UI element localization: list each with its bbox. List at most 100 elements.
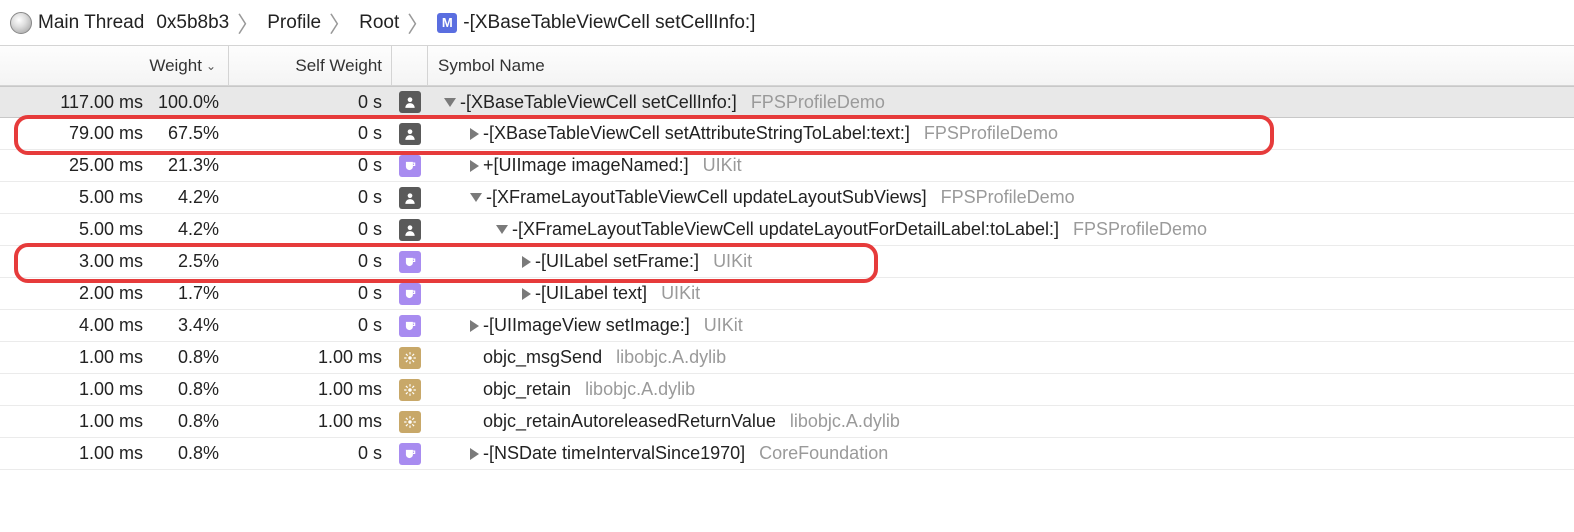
weight-ms: 79.00 ms (41, 123, 149, 144)
disclosure-right-icon[interactable] (470, 160, 479, 172)
framework-icon (399, 251, 421, 273)
kind-cell (392, 278, 428, 309)
column-header-symbol[interactable]: Symbol Name (428, 46, 1574, 85)
self-weight-cell: 0 s (229, 214, 392, 245)
disclosure-right-icon[interactable] (470, 128, 479, 140)
self-weight-cell: 0 s (229, 150, 392, 181)
weight-cell: 3.00 ms2.5% (0, 246, 229, 277)
table-row[interactable]: 5.00 ms4.2%0 s -[XFrameLayoutTableViewCel… (0, 182, 1574, 214)
table-row[interactable]: 4.00 ms3.4%0 s -[UIImageView setImage:] UI… (0, 310, 1574, 342)
system-icon (399, 347, 421, 369)
weight-pct: 2.5% (149, 251, 229, 272)
table-row[interactable]: 117.00 ms100.0%0 s-[XBaseTableViewCell s… (0, 86, 1574, 118)
table-row[interactable]: 5.00 ms4.2%0 s-[XFrameLayoutTableViewCel… (0, 214, 1574, 246)
weight-ms: 2.00 ms (41, 283, 149, 304)
weight-cell: 1.00 ms0.8% (0, 374, 229, 405)
table-row[interactable]: 1.00 ms0.8%0 s-[NSDate timeIntervalSince… (0, 438, 1574, 470)
kind-cell (392, 150, 428, 181)
self-weight-cell: 0 s (229, 310, 392, 341)
breadcrumb-profile[interactable]: Profile (267, 12, 321, 34)
weight-pct: 100.0% (149, 92, 229, 113)
weight-cell: 1.00 ms0.8% (0, 406, 229, 437)
table-row[interactable]: 79.00 ms67.5%0 s-[XBaseTableViewCell set… (0, 118, 1574, 150)
weight-pct: 1.7% (149, 283, 229, 304)
weight-ms: 1.00 ms (41, 379, 149, 400)
weight-pct: 67.5% (149, 123, 229, 144)
symbol-cell: +[UIImage imageNamed:]UIKit (428, 150, 1574, 181)
breadcrumb-thread-addr: 0x5b8b3 (156, 12, 229, 34)
disclosure-down-icon[interactable] (496, 225, 508, 234)
symbol-cell: -[XBaseTableViewCell setCellInfo:] FPSPro… (428, 87, 1574, 117)
weight-ms: 1.00 ms (41, 411, 149, 432)
breadcrumb: Main Thread 0x5b8b3 〉 Profile 〉 Root 〉 M… (0, 0, 1574, 46)
weight-cell: 79.00 ms67.5% (0, 118, 229, 149)
symbol-name: -[UILabel setFrame:] (535, 251, 699, 272)
library-name: UIKit (703, 155, 742, 176)
column-header-self-weight[interactable]: Self Weight (229, 46, 392, 85)
disclosure-right-icon[interactable] (522, 288, 531, 300)
self-weight-cell: 0 s (229, 438, 392, 469)
disclosure-down-icon[interactable] (470, 193, 482, 202)
framework-icon (399, 443, 421, 465)
framework-icon (399, 283, 421, 305)
kind-cell (392, 342, 428, 373)
thread-icon (10, 12, 32, 34)
kind-cell (392, 374, 428, 405)
weight-cell: 25.00 ms21.3% (0, 150, 229, 181)
kind-cell (392, 182, 428, 213)
disclosure-right-icon[interactable] (470, 320, 479, 332)
weight-ms: 4.00 ms (41, 315, 149, 336)
weight-ms: 117.00 ms (41, 92, 149, 113)
weight-ms: 25.00 ms (41, 155, 149, 176)
kind-cell (392, 214, 428, 245)
chevron-right-icon: 〉 (405, 7, 431, 39)
breadcrumb-current[interactable]: -[XBaseTableViewCell setCellInfo:] (463, 12, 755, 34)
weight-cell: 2.00 ms1.7% (0, 278, 229, 309)
self-weight-cell: 0 s (229, 278, 392, 309)
weight-ms: 3.00 ms (41, 251, 149, 272)
self-weight-cell: 1.00 ms (229, 342, 392, 373)
table-row[interactable]: 2.00 ms1.7%0 s-[UILabel text]UIKit (0, 278, 1574, 310)
disclosure-right-icon[interactable] (522, 256, 531, 268)
column-header-weight[interactable]: Weight⌄ (0, 46, 229, 85)
symbol-cell: objc_msgSendlibobjc.A.dylib (428, 342, 1574, 373)
symbol-cell: -[UILabel setFrame:]UIKit (428, 246, 1574, 277)
symbol-cell: -[XFrameLayoutTableViewCell updateLayout… (428, 214, 1574, 245)
library-name: UIKit (704, 315, 743, 336)
disclosure-down-icon[interactable] (444, 98, 456, 107)
table-row[interactable]: 1.00 ms0.8%1.00 msobjc_msgSendlibobjc.A.… (0, 342, 1574, 374)
user-code-icon (399, 219, 421, 241)
weight-pct: 3.4% (149, 315, 229, 336)
symbol-name: -[XFrameLayoutTableViewCell updateLayout… (512, 219, 1059, 240)
disclosure-right-icon[interactable] (470, 448, 479, 460)
table-row[interactable]: 25.00 ms21.3%0 s +[UIImage imageNamed:]UI… (0, 150, 1574, 182)
symbol-name: -[UILabel text] (535, 283, 647, 304)
system-icon (399, 411, 421, 433)
self-weight-cell: 0 s (229, 182, 392, 213)
symbol-name: objc_retain (483, 379, 571, 400)
table-row[interactable]: 3.00 ms2.5%0 s -[UILabel setFrame:]UIKit (0, 246, 1574, 278)
library-name: FPSProfileDemo (751, 92, 885, 113)
weight-cell: 5.00 ms4.2% (0, 182, 229, 213)
weight-pct: 0.8% (149, 379, 229, 400)
user-code-icon (399, 91, 421, 113)
breadcrumb-thread[interactable]: Main Thread (38, 12, 144, 34)
kind-cell (392, 438, 428, 469)
library-name: FPSProfileDemo (941, 187, 1075, 208)
self-weight-cell: 0 s (229, 246, 392, 277)
library-name: CoreFoundation (759, 443, 888, 464)
symbol-name: -[XBaseTableViewCell setAttributeStringT… (483, 123, 910, 144)
symbol-cell: -[XFrameLayoutTableViewCell updateLayout… (428, 182, 1574, 213)
user-code-icon (399, 123, 421, 145)
symbol-name: -[XBaseTableViewCell setCellInfo:] (460, 92, 737, 113)
weight-pct: 4.2% (149, 187, 229, 208)
table-row[interactable]: 1.00 ms0.8%1.00 ms objc_retainlibobjc.A.d… (0, 374, 1574, 406)
symbol-name: -[UIImageView setImage:] (483, 315, 690, 336)
sort-desc-icon: ⌄ (206, 59, 216, 73)
weight-ms: 5.00 ms (41, 187, 149, 208)
table-row[interactable]: 1.00 ms0.8%1.00 msobjc_retainAutorelease… (0, 406, 1574, 438)
kind-cell (392, 310, 428, 341)
breadcrumb-root[interactable]: Root (359, 12, 399, 34)
symbol-cell: objc_retainlibobjc.A.dylib (428, 374, 1574, 405)
weight-ms: 5.00 ms (41, 219, 149, 240)
